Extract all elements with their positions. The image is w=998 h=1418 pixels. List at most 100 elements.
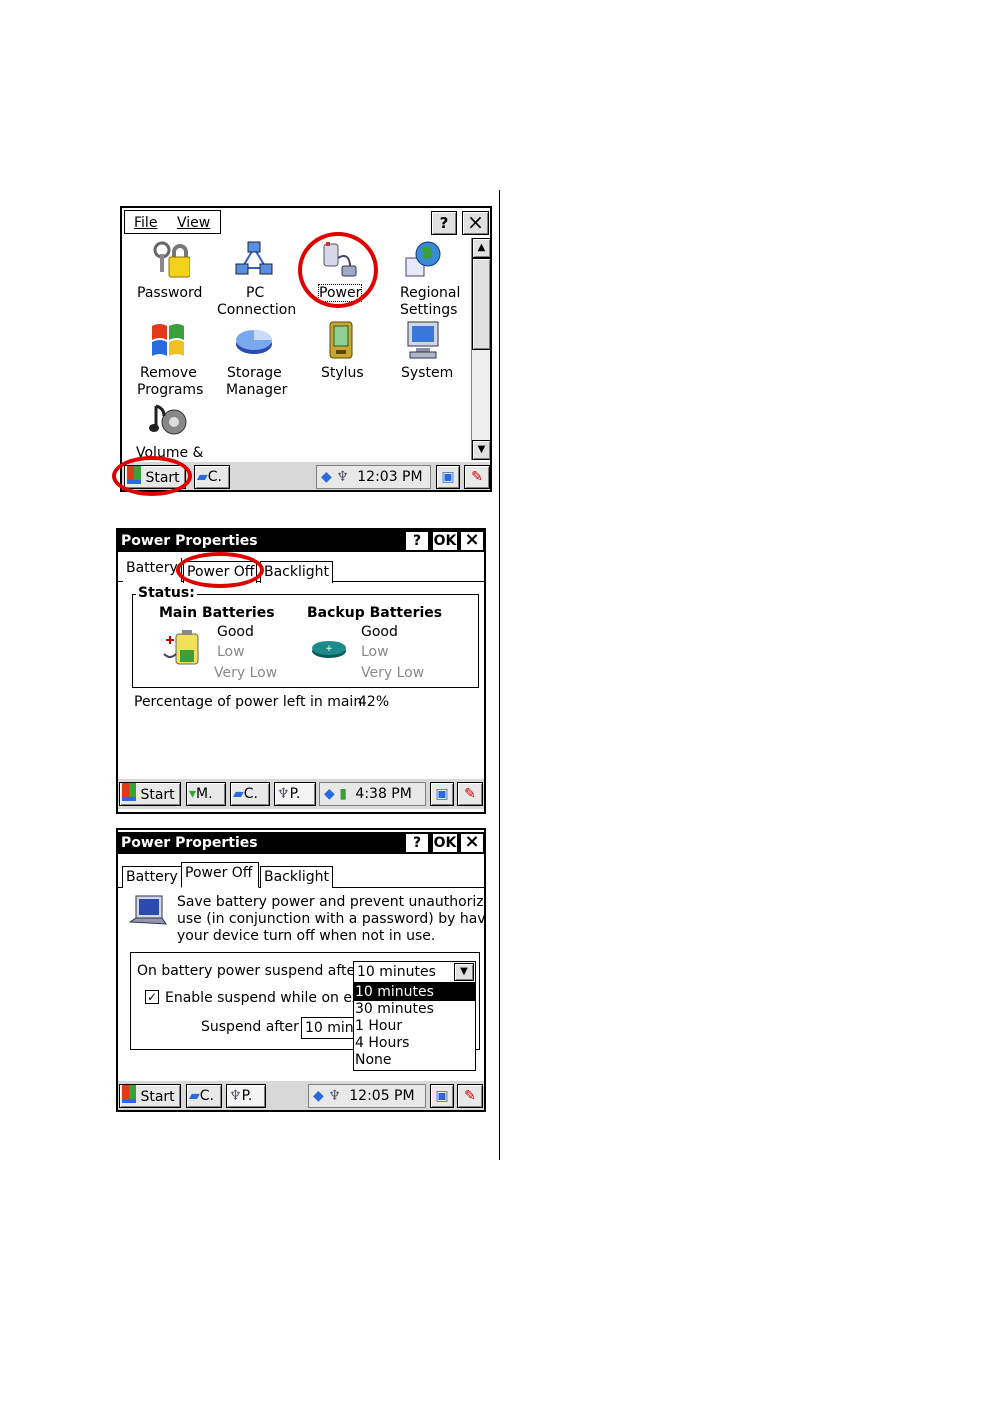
clock[interactable]: 12:05 PM	[349, 1088, 414, 1104]
help-button[interactable]: ?	[431, 211, 457, 235]
tab-battery[interactable]: Battery	[122, 866, 182, 888]
system-applet[interactable]: System	[392, 320, 456, 390]
battery-tray-icon: ▮	[339, 786, 347, 802]
main-batteries-heading: Main Batteries	[159, 605, 275, 621]
stylus-applet[interactable]: Stylus	[314, 320, 370, 390]
page-divider	[499, 190, 500, 1160]
battery-suspend-dropdown[interactable]: 10 minutes ▼	[353, 961, 476, 983]
pc-connection-applet[interactable]: PC Connection	[210, 240, 297, 320]
arrow-down-icon: ▼	[477, 444, 486, 455]
applet-label: Stylus	[321, 365, 364, 381]
suspend-after-dropdown[interactable]: 10 minu	[301, 1017, 357, 1039]
dropdown-option[interactable]: 1 Hour	[354, 1018, 475, 1035]
pie-disk-icon	[236, 330, 272, 354]
taskbar-item-m[interactable]: ▾M.	[186, 782, 226, 806]
taskbar-item-control-panel[interactable]: ▰C.	[230, 782, 270, 806]
desktop-button[interactable]: ▣	[430, 1084, 454, 1108]
external-power-checkbox[interactable]: ✓	[145, 990, 159, 1004]
highlight-circle	[176, 552, 264, 588]
dropdown-option[interactable]: 30 minutes	[354, 1001, 475, 1018]
main-battery-low: Low	[217, 644, 245, 660]
taskbar-item-power[interactable]: ♆P.	[226, 1084, 266, 1108]
dropdown-arrow-button[interactable]: ▼	[454, 963, 474, 981]
percentage-value: 42%	[358, 694, 390, 710]
battery-suspend-label: On battery power suspend after	[137, 963, 361, 979]
windows-flag-icon	[122, 1085, 136, 1103]
description-line: Save battery power and prevent unauthori…	[177, 894, 486, 910]
volume-applet[interactable]: Volume &	[130, 400, 210, 461]
pda-icon	[329, 321, 353, 359]
remove-programs-applet[interactable]: Remove Programs	[130, 320, 204, 400]
backup-battery-very-low: Very Low	[361, 665, 425, 681]
start-button[interactable]: Start	[119, 782, 181, 806]
applet-label: Remove	[140, 365, 197, 381]
power-plug-icon: ♆	[229, 1088, 242, 1104]
backup-battery-icon: +	[312, 641, 346, 658]
ok-button[interactable]: OK	[432, 531, 458, 551]
main-battery-icon	[163, 630, 199, 665]
connection-icon: ◆	[324, 786, 335, 802]
window-title: Power Properties	[121, 835, 258, 851]
vertical-scrollbar[interactable]: ▲ ▼	[471, 238, 490, 460]
tab-backlight[interactable]: Backlight	[260, 866, 334, 888]
taskbar-item-control-panel[interactable]: ▰C.	[194, 465, 230, 489]
password-applet[interactable]: Password	[130, 240, 204, 310]
scroll-down-button[interactable]: ▼	[472, 440, 490, 460]
desktop-button[interactable]: ▣	[436, 465, 460, 489]
help-button[interactable]: ?	[405, 531, 429, 551]
highlight-circle	[298, 232, 378, 308]
close-button[interactable]: ×	[460, 531, 484, 551]
tab-power-off[interactable]: Power Off	[181, 862, 259, 888]
scroll-up-button[interactable]: ▲	[472, 238, 490, 258]
menu-file[interactable]: File	[134, 215, 157, 231]
help-button[interactable]: ?	[405, 833, 429, 853]
taskbar: Start ▰C. ♆P. ◆ ♆ 12:05 PM ▣ ✎	[118, 1080, 484, 1110]
input-panel-button[interactable]: ✎	[457, 782, 483, 806]
applet-label: System	[401, 365, 454, 381]
applet-label: Storage	[227, 365, 282, 381]
system-tray: ◆ ♆ 12:05 PM	[308, 1084, 426, 1108]
dropdown-option[interactable]: None	[354, 1052, 475, 1069]
lock-keys-icon	[153, 241, 190, 278]
power-plug-icon: ♆	[277, 786, 290, 802]
checkmark-icon: ✓	[146, 990, 158, 1004]
percentage-label: Percentage of power left in main	[134, 694, 363, 710]
desktop-button[interactable]: ▣	[430, 782, 454, 806]
storage-manager-applet[interactable]: Storage Manager	[218, 320, 290, 400]
taskbar-item-control-panel[interactable]: ▰C.	[186, 1084, 222, 1108]
input-panel-button[interactable]: ✎	[457, 1084, 483, 1108]
power-plug-tray-icon: ♆	[328, 1088, 341, 1104]
windows-logo-icon	[152, 324, 184, 356]
clock[interactable]: 12:03 PM	[357, 469, 422, 485]
svg-text:+: +	[325, 644, 333, 654]
battery-suspend-options-list: 10 minutes 30 minutes 1 Hour 4 Hours Non…	[353, 983, 476, 1071]
menu-bar: File View	[124, 210, 221, 234]
close-button[interactable]: ×	[460, 833, 484, 853]
close-icon: ×	[464, 831, 480, 852]
tab-battery[interactable]: Battery	[123, 558, 182, 582]
close-button[interactable]: ×	[462, 211, 489, 235]
scroll-thumb[interactable]	[472, 258, 490, 350]
pen-icon: ✎	[471, 469, 483, 485]
ok-button[interactable]: OK	[432, 833, 458, 853]
chevron-down-icon: ▼	[460, 966, 468, 977]
main-battery-very-low: Very Low	[214, 665, 278, 681]
clock[interactable]: 4:38 PM	[355, 786, 411, 802]
backup-batteries-heading: Backup Batteries	[307, 605, 443, 621]
system-tray: ◆ ▮ 4:38 PM	[319, 782, 426, 806]
dropdown-option[interactable]: 10 minutes	[354, 984, 475, 1001]
desktop-icon: ▣	[435, 786, 449, 802]
pen-icon: ✎	[464, 786, 476, 802]
tab-backlight[interactable]: Backlight	[260, 561, 334, 583]
start-button[interactable]: Start	[119, 1084, 181, 1108]
taskbar-item-power[interactable]: ♆P.	[274, 782, 316, 806]
applet-label: Connection	[217, 302, 297, 318]
dropdown-option[interactable]: 4 Hours	[354, 1035, 475, 1052]
close-icon: ×	[467, 210, 484, 234]
menu-view[interactable]: View	[177, 215, 210, 231]
input-panel-button[interactable]: ✎	[464, 465, 490, 489]
laptop-icon	[128, 895, 167, 925]
regional-settings-applet[interactable]: Regional Settings	[390, 240, 462, 320]
power-properties-power-off-screenshot: Power Properties ? OK × Battery Power Of…	[116, 828, 486, 1112]
external-checkbox-label: Enable suspend while on exte	[165, 990, 375, 1006]
